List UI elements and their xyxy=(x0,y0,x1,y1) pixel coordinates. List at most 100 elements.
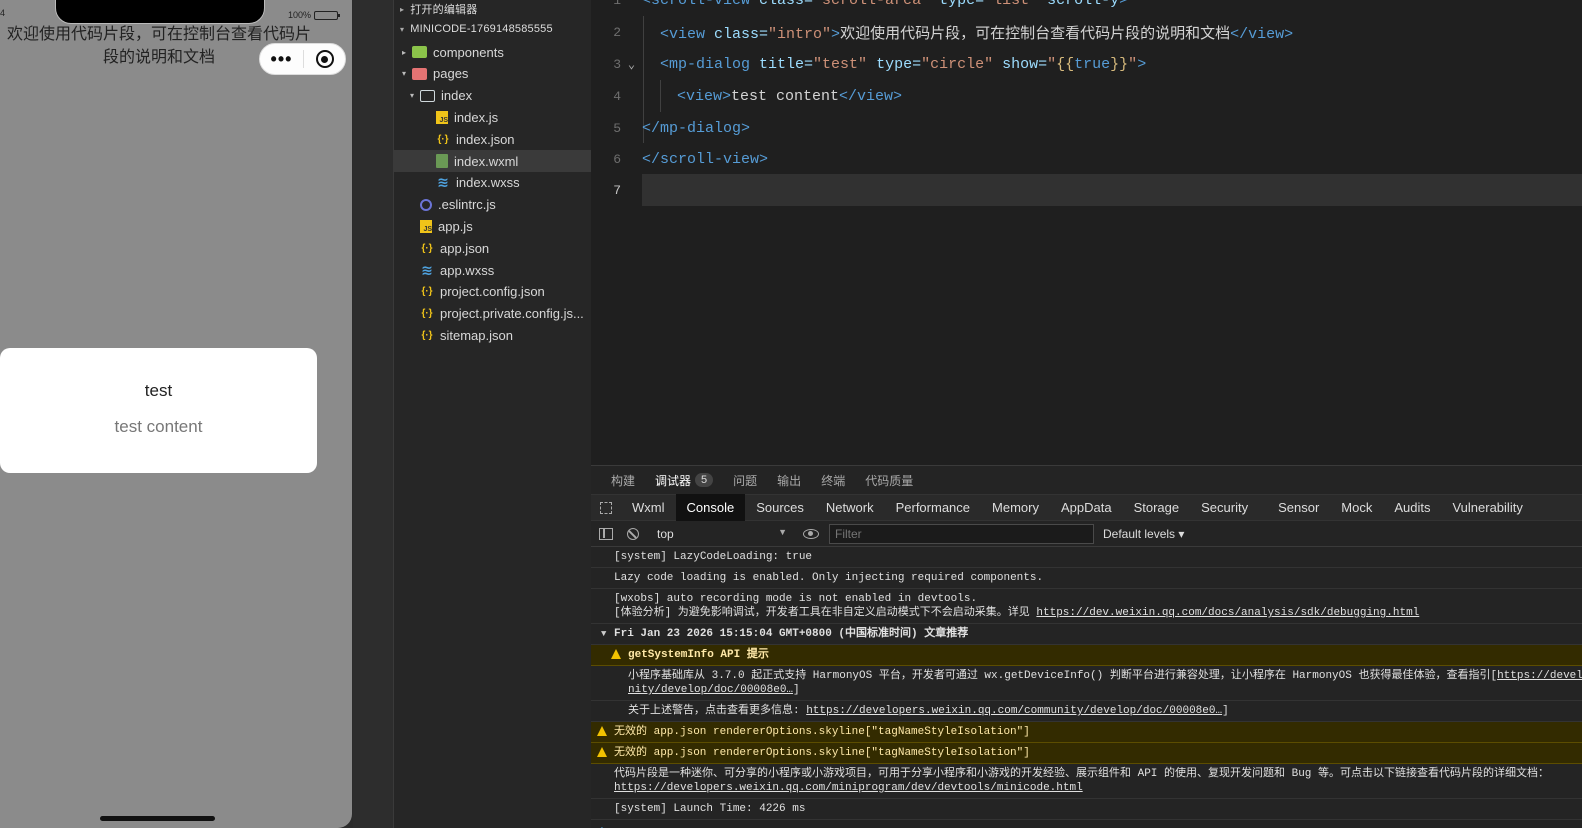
console-link[interactable]: nity/develop/doc/00008e0… xyxy=(628,684,793,696)
wxss-file-icon: ≋ xyxy=(421,261,433,278)
panel-tabs: 构建 调试器 5 问题 输出 终端 代码质量 xyxy=(591,466,1582,494)
console-link[interactable]: https://developers.weixin.qq.com/communi… xyxy=(806,705,1222,717)
tree-item[interactable]: {·} index.json xyxy=(394,128,591,150)
warning-icon xyxy=(597,747,607,757)
json-file-icon: {·} xyxy=(421,242,433,254)
console-link[interactable]: https://developers.weixin.qq.com/minipro… xyxy=(614,782,1083,794)
devtab-wxml[interactable]: Wxml xyxy=(621,494,676,521)
chevron-down-icon: ▾ xyxy=(400,24,405,34)
tab-code-quality[interactable]: 代码质量 xyxy=(865,472,913,489)
fold-chevron-icon[interactable]: ⌄ xyxy=(621,57,642,72)
context-select[interactable]: top ▼ xyxy=(657,527,787,541)
tree-item-label: components xyxy=(433,44,504,60)
tree-item[interactable]: {·} app.json xyxy=(394,237,591,259)
js-file-icon: JS xyxy=(420,219,432,233)
tab-build[interactable]: 构建 xyxy=(611,472,635,489)
tab-problems[interactable]: 问题 xyxy=(733,472,757,489)
tree-item[interactable]: index.wxml xyxy=(394,150,591,172)
json-file-icon: {·} xyxy=(421,286,433,298)
console-toolbar: top▼ Default levels ▾ xyxy=(591,521,1582,547)
code-line-3[interactable]: 3 ⌄ <mp-dialog title="test" type="circle"… xyxy=(591,48,1582,80)
tree-item[interactable]: .eslintrc.js xyxy=(394,194,591,216)
file-explorer: ▸ 打开的编辑器 ▾ MINICODE-1769148585555 ▸ compone… xyxy=(393,0,819,828)
tree-item-label: index.json xyxy=(456,131,515,147)
json-file-icon: {·} xyxy=(437,133,449,145)
battery-icon xyxy=(314,10,341,20)
console-warning: 无效的 app.json rendererOptions.skyline["ta… xyxy=(591,743,1582,764)
menu-capsule[interactable]: ••• xyxy=(259,43,346,75)
folder-green-icon xyxy=(412,46,427,58)
json-file-icon: {·} xyxy=(421,329,433,341)
wxml-file-icon xyxy=(436,154,448,168)
chevron-down-icon[interactable]: ▾ xyxy=(406,91,418,100)
console-link[interactable]: https://dev.weixin.qq.com/docs/analysis/… xyxy=(1036,607,1419,619)
console-message: [system] LazyCodeLoading: true xyxy=(591,547,1582,568)
sidebar-toggle-icon[interactable] xyxy=(599,527,613,540)
tree-item[interactable]: {·} sitemap.json xyxy=(394,324,591,346)
tree-item[interactable]: JS app.js xyxy=(394,215,591,237)
eye-icon[interactable] xyxy=(803,528,819,539)
tree-item[interactable]: {·} project.config.json xyxy=(394,281,591,303)
console-prompt[interactable]: › xyxy=(591,820,1582,828)
code-line-1[interactable]: 1 <scroll-view class="scroll-area" type=… xyxy=(591,0,1582,16)
tree-item[interactable]: ▸ components xyxy=(394,41,591,63)
filter-input[interactable] xyxy=(829,523,1094,544)
devtab-console[interactable]: Console xyxy=(675,494,746,521)
levels-dropdown[interactable]: Default levels ▾ xyxy=(1103,527,1184,541)
chevron-right-icon[interactable]: ▸ xyxy=(398,48,410,57)
tab-output[interactable]: 输出 xyxy=(777,472,801,489)
tree-item[interactable]: JS index.js xyxy=(394,106,591,128)
tree-item-label: pages xyxy=(433,66,469,82)
line-number: 4 xyxy=(613,88,621,104)
code-line-6[interactable]: 6 </scroll-view> xyxy=(591,143,1582,175)
dialog-title: test xyxy=(144,381,173,400)
console-message: [system] Launch Time: 4226 ms xyxy=(591,799,1582,820)
code-line-2[interactable]: 2 <view class="intro">欢迎使用代码片段，可在控制台查看代码… xyxy=(591,16,1582,48)
devtab-vulnerability[interactable]: Vulnerability xyxy=(1441,494,1533,521)
tree-item-label: index.wxml xyxy=(454,153,519,169)
console-group[interactable]: ▼ Fri Jan 23 2026 15:15:04 GMT+0800 (中国标准… xyxy=(591,624,1582,645)
devtab-performance[interactable]: Performance xyxy=(885,494,981,521)
status-time: 4 xyxy=(0,8,6,18)
devtab-mock[interactable]: Mock xyxy=(1330,494,1383,521)
mp-dialog[interactable]: test test content xyxy=(0,348,317,473)
devtab-storage[interactable]: Storage xyxy=(1123,494,1191,521)
tree-item-label: app.json xyxy=(440,240,490,256)
phone-screen: 4 100% 欢迎使用代码片段，可在控制台查看代码片段的说明和文档 ••• te… xyxy=(0,0,352,828)
code-line-4[interactable]: 4 <view>test content</view> xyxy=(591,80,1582,112)
devtab-security[interactable]: Security xyxy=(1190,494,1259,521)
tree-item[interactable]: {·} project.private.config.js... xyxy=(394,303,591,325)
tab-debugger[interactable]: 调试器 5 xyxy=(655,472,714,489)
tree-item[interactable]: ▾ index xyxy=(394,85,591,107)
tree-item[interactable]: ▾ pages xyxy=(394,63,591,85)
line-number: 2 xyxy=(613,24,621,40)
devtools-tabs: Wxml Console Sources Network Performance… xyxy=(591,494,1582,521)
splitter[interactable] xyxy=(353,0,393,828)
console-warning[interactable]: getSystemInfo API 提示 xyxy=(591,645,1582,666)
tab-terminal[interactable]: 终端 xyxy=(821,472,845,489)
code-editor[interactable]: 1 <scroll-view class="scroll-area" type=… xyxy=(591,0,1582,465)
tree-item[interactable]: ≋ index.wxss xyxy=(394,172,591,194)
open-editors-header[interactable]: ▸ 打开的编辑器 xyxy=(394,0,591,18)
tree-item-label: sitemap.json xyxy=(440,327,513,343)
clear-console-icon[interactable] xyxy=(627,527,639,540)
close-capsule-button[interactable] xyxy=(304,50,345,68)
devtab-sensor[interactable]: Sensor xyxy=(1267,494,1330,521)
devtab-appdata[interactable]: AppData xyxy=(1050,494,1123,521)
more-icon[interactable]: ••• xyxy=(260,49,303,70)
devtab-network[interactable]: Network xyxy=(815,494,885,521)
code-line-5[interactable]: 5 </mp-dialog> xyxy=(591,112,1582,144)
console-link[interactable]: https://developers.weixin.qq.com/commu xyxy=(1497,670,1582,682)
devtab-audits[interactable]: Audits xyxy=(1383,494,1441,521)
devtab-sources[interactable]: Sources xyxy=(745,494,815,521)
console-output[interactable]: [system] LazyCodeLoading: true Lazy code… xyxy=(591,547,1582,828)
project-header[interactable]: ▾ MINICODE-1769148585555 xyxy=(394,18,591,40)
chevron-down-icon[interactable]: ▾ xyxy=(398,69,410,78)
chevron-right-icon: ▸ xyxy=(400,4,405,14)
code-line-7[interactable]: 7 xyxy=(591,174,1582,206)
devtab-memory[interactable]: Memory xyxy=(981,494,1050,521)
inspect-element-icon[interactable] xyxy=(591,501,621,514)
tree-item[interactable]: ≋ app.wxss xyxy=(394,259,591,281)
json-file-icon: {·} xyxy=(421,308,433,320)
tree-item-label: index.wxss xyxy=(456,175,520,191)
